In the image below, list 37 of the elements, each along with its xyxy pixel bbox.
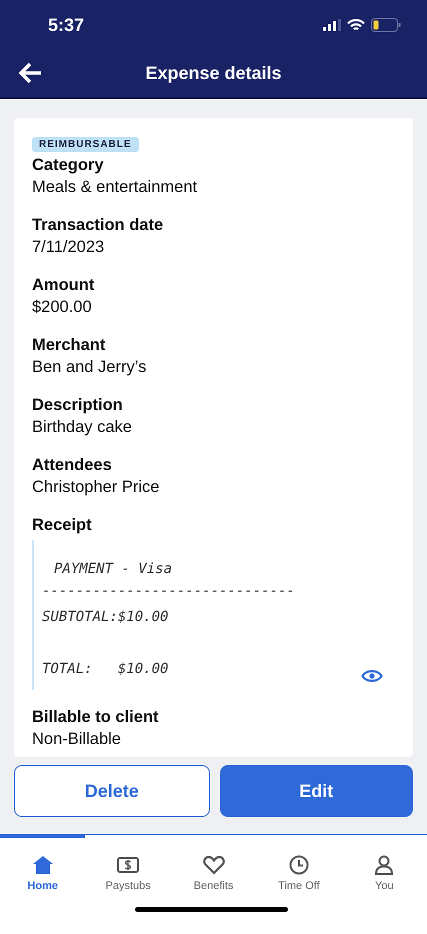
- back-arrow-icon[interactable]: [18, 62, 42, 84]
- field-label: Transaction date: [32, 215, 164, 236]
- heart-icon: [202, 854, 226, 876]
- field-value: Meals & entertainment: [32, 177, 198, 198]
- clock-icon: [286, 854, 311, 876]
- battery-icon: [371, 18, 401, 32]
- tab-item[interactable]: Paystubs: [85, 834, 171, 892]
- field-label: Category: [32, 155, 105, 176]
- field-label: Receipt: [32, 515, 93, 536]
- tab-item[interactable]: You: [342, 834, 427, 892]
- field-value: $200.00: [32, 297, 93, 318]
- signal-icon: [323, 19, 341, 31]
- tab-item[interactable]: Time Off: [256, 834, 342, 892]
- wifi-icon: [347, 18, 365, 32]
- field-label: Attendees: [32, 455, 113, 476]
- tab-item[interactable]: Home: [0, 834, 86, 892]
- screen-title: Expense details: [145, 63, 282, 84]
- field-value: 7/11/2023: [32, 237, 106, 258]
- receipt-line: SUBTOTAL:$10.00: [42, 608, 170, 627]
- home-icon: [30, 854, 55, 876]
- delete-button[interactable]: Delete: [14, 765, 210, 817]
- field-label: Merchant: [32, 335, 106, 356]
- receipt-line: ------------------------------: [42, 582, 295, 601]
- reimbursable-tag: REIMBURSABLE: [32, 137, 139, 152]
- field-value: Ben and Jerry’s: [32, 357, 148, 378]
- field-label: Billable to client: [32, 707, 160, 728]
- field-value: Birthday cake: [32, 417, 133, 438]
- tab-item[interactable]: Benefits: [170, 834, 256, 892]
- status-time: 5:37: [48, 14, 84, 36]
- edit-button[interactable]: Edit: [220, 765, 413, 817]
- field-label: Description: [32, 395, 124, 416]
- receipt-line: PAYMENT - Visa: [53, 562, 174, 578]
- field-value: Non-Billable: [32, 729, 122, 750]
- field-label: Amount: [32, 275, 96, 296]
- receipt-line: TOTAL: $10.00: [42, 660, 170, 679]
- eye-icon[interactable]: [361, 668, 383, 684]
- field-value: Christopher Price: [32, 477, 160, 498]
